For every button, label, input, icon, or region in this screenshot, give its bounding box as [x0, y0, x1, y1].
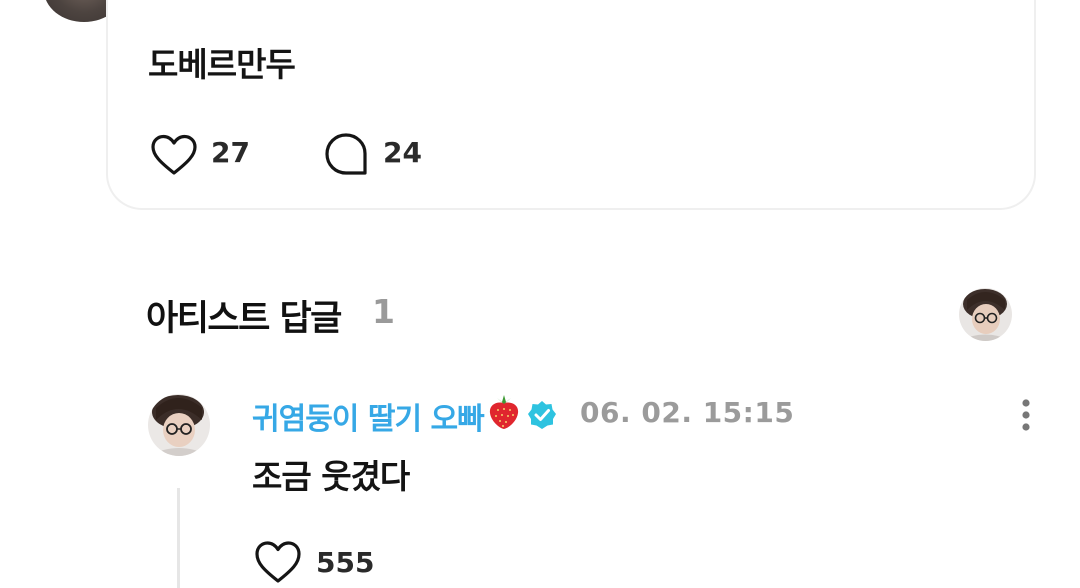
post-comment-count: 24 — [383, 136, 422, 169]
artist-replies-count: 1 — [372, 292, 395, 331]
verified-badge-icon — [528, 401, 556, 429]
reply-text: 조금 웃겼다 — [252, 457, 410, 496]
reply-author-avatar[interactable] — [148, 394, 210, 456]
heart-outline-icon[interactable] — [150, 134, 198, 176]
reply-author-name[interactable]: 귀염둥이 딸기 오빠 — [252, 394, 485, 438]
post-like-count: 27 — [211, 136, 250, 169]
strawberry-icon — [489, 395, 519, 429]
reply-timestamp: 06. 02. 15:15 — [580, 396, 795, 429]
reply-like-count: 555 — [316, 546, 375, 579]
heart-outline-icon[interactable] — [254, 540, 302, 584]
comment-page: 도베르만두 27 24 아티스트 답글 1 귀염둥이 딸기 오빠 06. 02.… — [0, 0, 1080, 588]
thread-line — [177, 488, 180, 588]
more-options-icon[interactable] — [1016, 398, 1036, 434]
post-text: 도베르만두 — [148, 45, 296, 84]
speech-bubble-icon[interactable] — [324, 132, 368, 176]
artist-avatar-small[interactable] — [959, 288, 1012, 341]
artist-replies-title: 아티스트 답글 — [146, 299, 342, 339]
post-card — [106, 0, 1036, 210]
